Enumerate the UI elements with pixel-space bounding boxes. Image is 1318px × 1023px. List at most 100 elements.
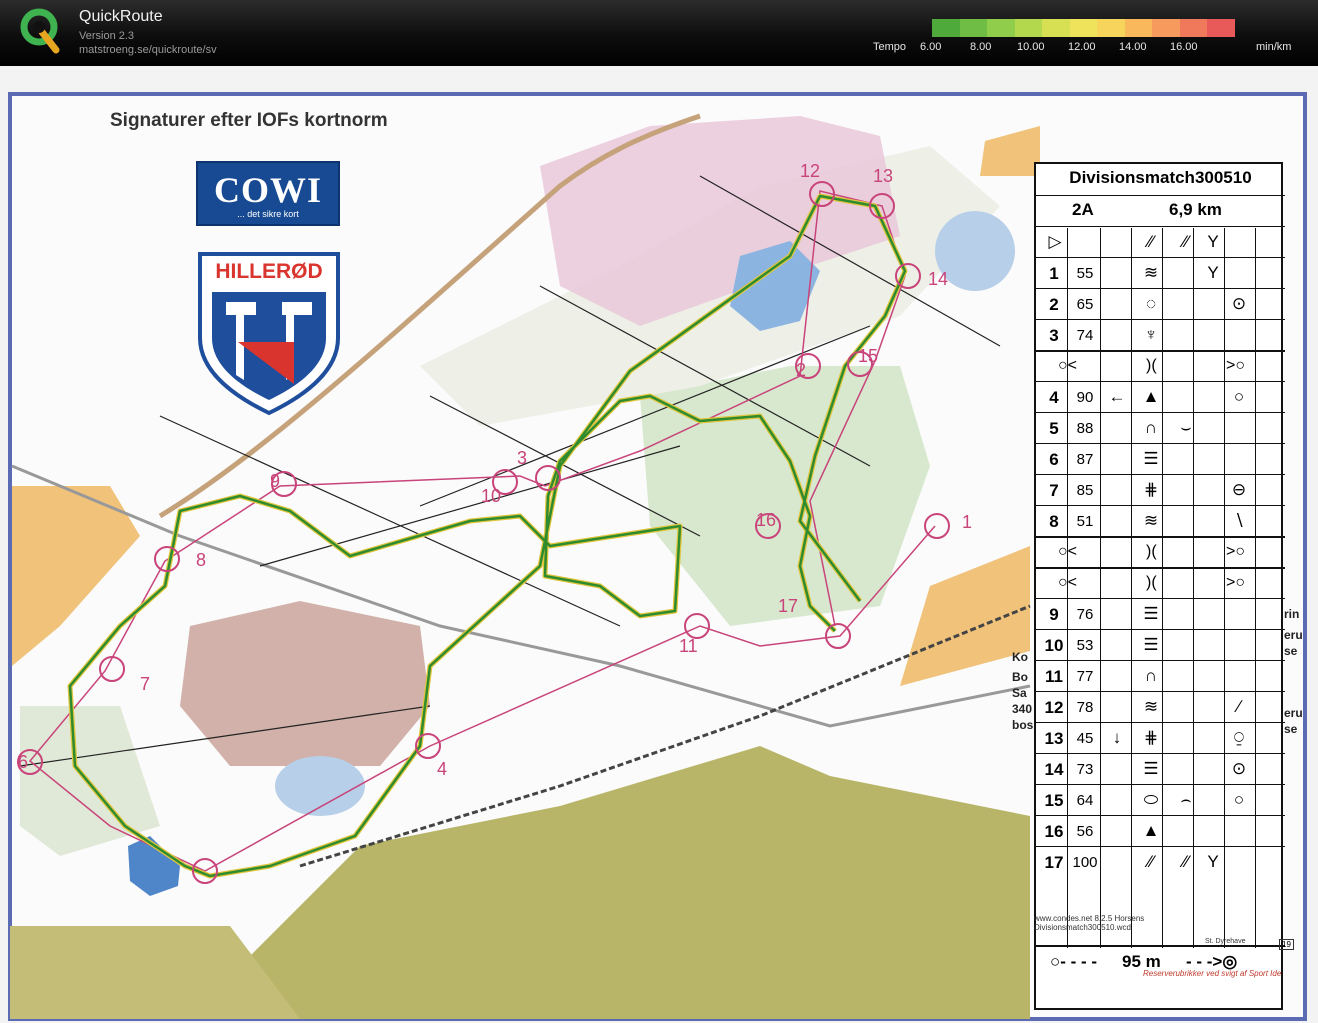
control-number: 1 [962,512,973,532]
arrow-left-icon: ← [1108,387,1126,406]
control-row-number: 1 [1049,264,1059,283]
tempo-color-segment [1124,19,1153,37]
marked-route-icon: >○ [1226,357,1246,374]
control-row: 6 87 ☰ [1036,443,1285,475]
quickroute-logo-icon [20,8,60,54]
control-row: 4 90 ← ▲ ○ [1036,381,1285,413]
control-row-number: 7 [1049,481,1059,500]
control-row: 14 73 ☰ ⊙ [1036,753,1285,785]
tempo-color-segment [959,19,988,37]
path-icon: ⁄⁄ [1183,232,1189,251]
place-name: St. Dyrehave [1205,938,1246,945]
control-row-number: 9 [1049,605,1059,624]
tempo-unit: min/km [1256,41,1292,53]
control-number: 2 [796,360,807,380]
control-row-code: 78 [1076,699,1094,716]
control-row: 13 45 ↓ ⋕ ⍜ [1036,722,1285,754]
corner-icon: ○ [1233,790,1245,809]
tempo-tick: 16.00 [1170,41,1198,53]
control-row: 12 78 ≋ ∕ [1036,691,1285,723]
control-number: 8 [196,550,207,570]
header-bar: QuickRoute Version 2.3 matstroeng.se/qui… [0,0,1318,66]
foot-icon: ⍜ [1233,728,1245,747]
app-url[interactable]: matstroeng.se/quickroute/sv [79,44,217,56]
control-row: 16 56 ▲ [1036,815,1285,847]
side-text: eru [1284,628,1303,642]
control-number: 12 [800,161,821,181]
club-logo: HILLERØD [196,250,342,416]
tempo-label: Tempo [873,41,907,53]
control-row-number: 8 [1049,512,1059,531]
grid-number: 19 [1279,939,1294,950]
marked-route-icon: )( [1146,543,1157,560]
start-triangle-icon: ▷ [1048,232,1062,251]
control-row-code: 100 [1072,854,1098,871]
control-number: 10 [481,486,502,506]
tempo-tick: 8.00 [970,41,992,53]
marked-route-icon: )( [1146,574,1157,591]
control-row-code: 64 [1076,792,1094,809]
control-number: 17 [778,596,799,616]
arrow-down-icon: ↓ [1112,728,1122,747]
control-row: 11 77 ∩ [1036,660,1285,692]
cowi-tagline: ... det sikre kort [237,209,299,219]
start-row: ▷ ⁄⁄ ⁄⁄ Y [1036,226,1285,258]
tempo-color-segment [1042,19,1070,37]
app-version: Version 2.3 [79,30,135,42]
end-icon: ∕ [1237,697,1241,716]
control-row-number: 10 [1044,636,1064,655]
side-text: Sa [1012,686,1027,700]
control-row-number: 12 [1044,698,1064,717]
control-row: 15 64 ⬭ ⌢ ○ [1036,784,1285,816]
control-row-number: 3 [1049,326,1059,345]
tempo-color-scale [932,19,1236,37]
foot-icon: ⌢ [1180,790,1192,809]
tempo-color-segment [987,19,1015,37]
control-row: 10 53 ☰ [1036,629,1285,661]
vegetation-area [180,601,430,766]
foot-icon: ⌣ [1180,418,1192,437]
tempo-color-segment [1152,19,1180,37]
tempo-color-segment [932,19,960,37]
control-row-code: 55 [1076,265,1094,282]
control-number: 3 [517,448,528,468]
side-text: rin [1284,607,1300,621]
control-row-number: 5 [1049,419,1059,438]
centre-icon: ⊙ [1231,294,1247,313]
marked-route-separator: ○< )( >○ [1036,567,1285,600]
control-row-code: 65 [1076,296,1094,313]
control-number: 6 [18,752,29,772]
control-row-number: 4 [1049,388,1059,407]
card-title: Divisionsmatch300510 [1069,168,1252,187]
control-row: 5 88 ∩ ⌣ [1036,412,1285,444]
tempo-tick: 14.00 [1119,41,1147,53]
tempo-tick: 12.00 [1068,41,1096,53]
control-number: 14 [928,269,949,289]
control-row-code: 74 [1076,327,1094,344]
tempo-color-segment [1014,19,1043,37]
app-title: QuickRoute [79,8,163,25]
control-number: 15 [858,346,879,366]
corner-icon: ○ [1233,387,1245,406]
tempo-color-segment [1097,19,1125,37]
control-number: 13 [873,166,894,186]
tempo-tick: 10.00 [1017,41,1045,53]
control-row-number: 2 [1049,295,1059,314]
top-icon: ⊙ [1231,759,1247,778]
side-text: se [1284,722,1298,736]
control-row-code: 76 [1076,606,1094,623]
control-row-code: 51 [1076,513,1094,530]
control-row-number: 16 [1044,822,1064,841]
tempo-tick: 6.00 [920,41,942,53]
club-name: HILLERØD [215,260,323,283]
card-length: 6,9 km [1169,200,1222,219]
side-text: 340 [1012,702,1033,716]
control-number: 9 [270,471,281,491]
map-canvas[interactable]: Signaturer efter IOFs kortnorm COWI ... … [0,66,1318,1023]
map-title: Signaturer efter IOFs kortnorm [110,110,388,131]
control-row: 17 100 ⁄⁄ ⁄⁄ Y [1036,846,1285,878]
control-number: 4 [437,759,448,779]
end-icon: ∖ [1233,511,1245,530]
part-icon: ⊖ [1231,480,1247,499]
finish-start-icon: ○- - - - [1050,952,1098,971]
